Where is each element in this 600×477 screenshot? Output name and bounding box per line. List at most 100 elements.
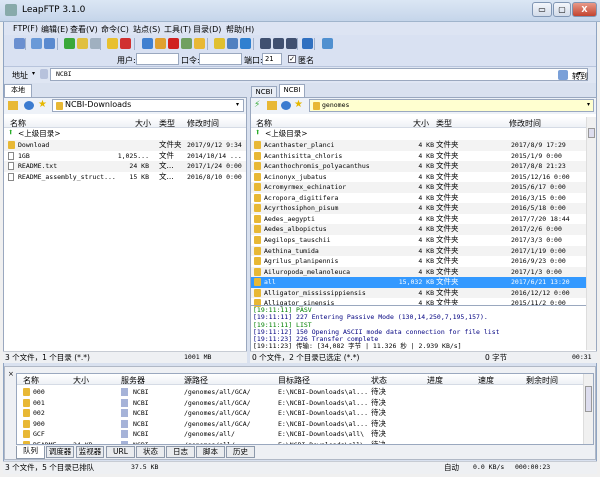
queue-row[interactable]: 002 NCBI/genomes/all/GCA/E:\NCBI-Download… <box>17 408 583 419</box>
find-prev-icon[interactable] <box>286 38 297 49</box>
queue-col-header[interactable]: 进度 <box>427 375 443 386</box>
col-type[interactable]: 类型 <box>436 118 452 129</box>
local-path-dropdown-icon[interactable]: ▾ <box>236 101 239 108</box>
scroll-thumb[interactable] <box>585 386 592 412</box>
tab-bottom[interactable]: 监视器 <box>76 446 104 458</box>
maximize-button[interactable]: ▢ <box>553 2 571 17</box>
file-row[interactable]: 1GB 1,025... 文件 2014/10/14 ... <box>4 151 246 162</box>
new-folder-icon[interactable] <box>194 38 205 49</box>
remote-path-dropdown-icon[interactable]: ▾ <box>587 101 590 108</box>
queue-col-header[interactable]: 服务器 <box>121 375 145 386</box>
col-size[interactable]: 大小 <box>135 118 151 129</box>
queue-row[interactable]: 000 NCBI/genomes/all/GCA/E:\NCBI-Download… <box>17 387 583 398</box>
bookmark-star-icon[interactable]: ★ <box>38 99 47 110</box>
menu-item[interactable]: 查看(V) <box>70 24 98 35</box>
remote-path-combo[interactable]: genomes <box>309 99 594 112</box>
address-input[interactable]: NCBI <box>50 68 588 81</box>
queue-row[interactable]: 001 NCBI/genomes/all/GCA/E:\NCBI-Download… <box>17 398 583 409</box>
site-manager-icon[interactable] <box>14 38 25 49</box>
add-icon[interactable] <box>64 38 75 49</box>
queue-row[interactable]: GCF NCBI/genomes/all/E:\NCBI-Downloads\al… <box>17 429 583 440</box>
menu-item[interactable]: 命令(C) <box>101 24 129 35</box>
queue-col-header[interactable]: 状态 <box>371 375 387 386</box>
settings-icon[interactable] <box>31 38 42 49</box>
browser-icon[interactable] <box>302 38 313 49</box>
file-row[interactable]: Acanthochromis_polyacanthus 4 KB 文件夹 2017/8… <box>251 161 586 172</box>
connect-icon[interactable]: ⚡ <box>254 101 264 110</box>
goto-button[interactable]: 转到 <box>572 71 588 82</box>
up-folder-icon[interactable] <box>267 101 277 110</box>
refresh-icon[interactable] <box>281 101 291 110</box>
address-dropdown-icon[interactable]: ▾ <box>32 70 35 77</box>
rename-icon[interactable] <box>181 38 192 49</box>
file-row[interactable]: Acropora_digitifera 4 KB 文件夹 2016/3/15 0:00 <box>251 193 586 204</box>
menu-item[interactable]: 站点(S) <box>133 24 160 35</box>
file-row[interactable]: Aethina_tumida 4 KB 文件夹 2017/1/19 0:00 <box>251 245 586 256</box>
find-icon[interactable] <box>260 38 271 49</box>
file-row[interactable]: Aedes_albopictus 4 KB 文件夹 2017/2/6 0:00 <box>251 224 586 235</box>
queue-col-header[interactable]: 源路径 <box>184 375 208 386</box>
queue-col-header[interactable]: 大小 <box>73 375 89 386</box>
queue-row[interactable]: README 24 KB NCBI/genomes/all/E:\NCBI-Down… <box>17 440 583 444</box>
bookmark-star-icon[interactable]: ★ <box>294 99 303 110</box>
tab-remote-ncbi-1[interactable]: NCBI <box>251 86 277 97</box>
queue-col-header[interactable]: 速度 <box>478 375 494 386</box>
edit-icon[interactable] <box>155 38 166 49</box>
queue-scrollbar[interactable] <box>583 374 593 444</box>
tab-local[interactable]: 本地 <box>4 84 32 97</box>
log-scrollbar[interactable] <box>586 305 596 350</box>
col-date[interactable]: 修改时间 <box>509 118 541 129</box>
queue-col-header[interactable]: 目标路径 <box>278 375 310 386</box>
file-row[interactable]: Aedes_aegypti 4 KB 文件夹 2017/7/20 18:44 <box>251 214 586 225</box>
file-row[interactable]: Acyrthosiphon_pisum 4 KB 文件夹 2016/5/18 0:00 <box>251 203 586 214</box>
disconnect-icon[interactable] <box>227 38 238 49</box>
file-row[interactable]: Agrilus_planipennis 4 KB 文件夹 2016/9/23 0:00 <box>251 256 586 267</box>
local-path-combo[interactable]: NCBI-Downloads <box>52 99 244 112</box>
queue-col-header[interactable]: 剩余时间 <box>526 375 558 386</box>
file-row[interactable]: Acromyrmex_echinatior 4 KB 文件夹 2015/6/17 0:… <box>251 182 586 193</box>
tab-bottom[interactable]: 日志 <box>166 446 195 458</box>
file-row[interactable]: README_assembly_struct... 15 KB 文... 2016/8… <box>4 172 246 183</box>
tab-remote-ncbi-2[interactable]: NCBI <box>279 84 305 97</box>
queue-col-header[interactable]: 名称 <box>23 375 39 386</box>
delete-icon[interactable] <box>168 38 179 49</box>
refresh-icon[interactable] <box>24 101 34 110</box>
find-next-icon[interactable] <box>273 38 284 49</box>
file-row[interactable]: Acinonyx_jubatus 4 KB 文件夹 2015/12/16 0:00 <box>251 172 586 183</box>
minimize-button[interactable]: ▭ <box>532 2 552 17</box>
search-icon[interactable] <box>142 38 153 49</box>
file-row[interactable]: Ailuropoda_melanoleuca 4 KB 文件夹 2017/1/3 0:… <box>251 266 586 278</box>
up-folder-icon[interactable] <box>8 101 18 110</box>
password-input[interactable] <box>199 53 242 65</box>
user-input[interactable] <box>136 53 179 65</box>
scroll-thumb[interactable] <box>588 128 595 138</box>
file-row[interactable]: Alligator_mississippiensis 4 KB 文件夹 2016/12… <box>251 287 586 299</box>
file-row[interactable]: Acanthaster_planci 4 KB 文件夹 2017/8/9 17:29 <box>251 140 586 151</box>
tab-bottom[interactable]: 历史 <box>226 446 255 458</box>
anonymous-checkbox[interactable]: ✓ <box>288 55 296 63</box>
menu-item[interactable]: 目录(D) <box>193 24 221 35</box>
tab-bottom[interactable]: 调度器 <box>46 446 74 458</box>
reconnect-icon[interactable] <box>240 38 251 49</box>
tab-bottom[interactable]: 脚本 <box>196 446 225 458</box>
tab-bottom[interactable]: URL <box>106 446 135 458</box>
menu-item[interactable]: FTP(F) <box>13 24 38 33</box>
save-icon[interactable] <box>44 38 55 49</box>
menu-item[interactable]: 工具(T) <box>164 24 191 35</box>
remove-icon[interactable] <box>77 38 88 49</box>
col-size[interactable]: 大小 <box>413 118 429 129</box>
chat-icon[interactable] <box>322 38 333 49</box>
file-row[interactable]: Aegilops_tauschii 4 KB 文件夹 2017/3/3 0:00 <box>251 235 586 246</box>
pause-icon[interactable] <box>107 38 118 49</box>
parent-dir-row[interactable]: ⬆ <上级目录> <box>4 128 246 140</box>
close-queue-icon[interactable]: × <box>8 370 14 378</box>
port-input[interactable]: 21 <box>262 53 282 65</box>
menu-item[interactable]: 编辑(E) <box>41 24 68 35</box>
goto-icon[interactable] <box>558 70 568 80</box>
menu-item[interactable]: 帮助(H) <box>226 24 254 35</box>
remote-list-scrollbar[interactable] <box>586 117 596 305</box>
file-row[interactable]: all 15,032 KB 文件夹 2017/6/21 13:20 <box>251 277 586 288</box>
tab-bottom[interactable]: 状态 <box>136 446 165 458</box>
file-row[interactable]: README.txt 24 KB 文... 2017/1/24 0:00 <box>4 161 246 172</box>
tab-queue[interactable]: 队列 <box>16 446 45 459</box>
